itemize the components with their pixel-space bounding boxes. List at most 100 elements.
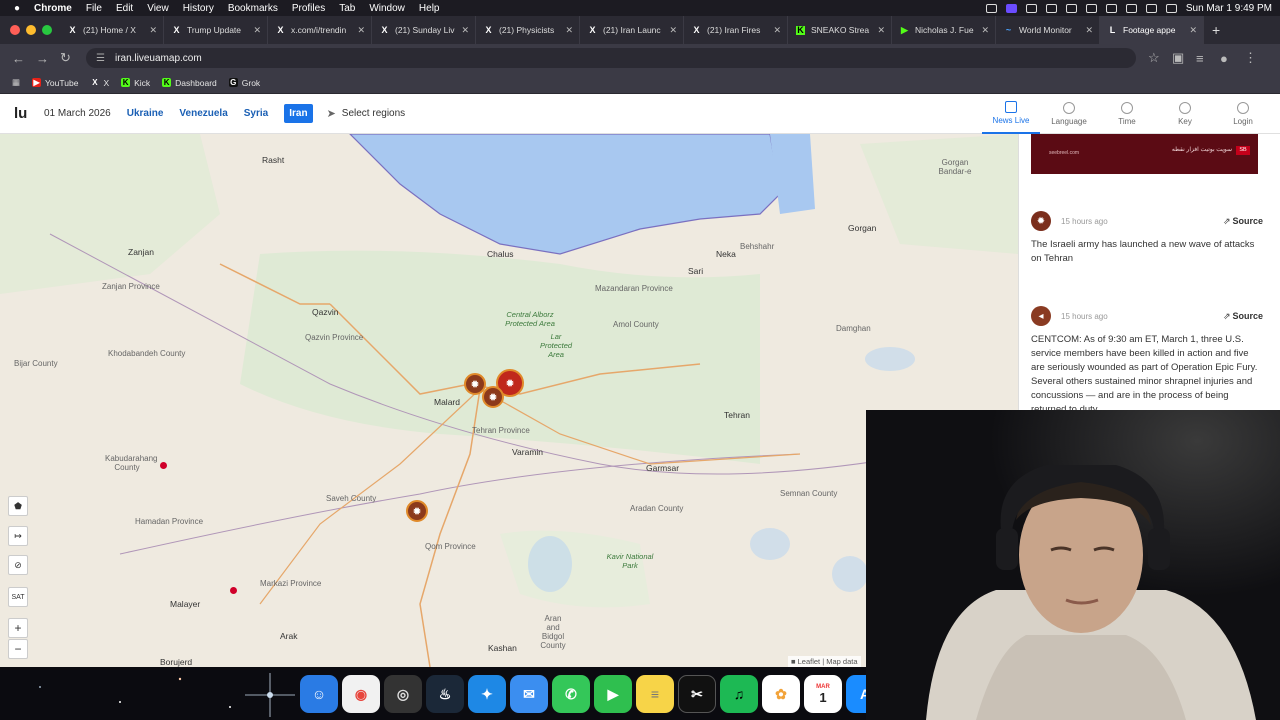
profile-avatar-icon[interactable]: ● xyxy=(1220,51,1232,66)
capcut-icon[interactable]: ✂ xyxy=(678,675,716,713)
measure-button[interactable]: ↦ xyxy=(8,526,28,546)
region-iran[interactable]: Iran xyxy=(284,104,313,123)
strike-marker[interactable]: ✹ xyxy=(406,500,428,522)
close-tab-icon[interactable]: ✕ xyxy=(981,25,989,36)
menu-file[interactable]: File xyxy=(86,3,102,14)
select-regions-button[interactable]: ➤ Select regions xyxy=(327,107,406,120)
zoom-in-button[interactable]: + xyxy=(8,618,28,638)
current-date[interactable]: 01 March 2026 xyxy=(44,108,111,119)
appstore-icon[interactable]: A xyxy=(846,675,866,713)
menu-tab[interactable]: Tab xyxy=(339,3,355,14)
calendar-icon[interactable]: MAR 1 xyxy=(804,675,842,713)
close-tab-icon[interactable]: ✕ xyxy=(773,25,781,36)
nav-news-live[interactable]: News Live xyxy=(982,94,1040,134)
nav-login[interactable]: Login xyxy=(1214,94,1272,134)
status-icon[interactable] xyxy=(985,3,997,13)
browser-tab[interactable]: X (21) Iran Fires ✕ xyxy=(684,16,788,44)
bookmark-x[interactable]: XX xyxy=(90,78,109,88)
bookmark-grok[interactable]: G Grok xyxy=(228,78,260,88)
nav-time[interactable]: Time xyxy=(1098,94,1156,134)
bookmark-dashboard[interactable]: K Dashboard xyxy=(162,78,217,88)
status-icon[interactable] xyxy=(1025,3,1037,13)
photos-icon[interactable]: ✿ xyxy=(762,675,800,713)
browser-tab[interactable]: X (21) Home / X ✕ xyxy=(60,16,164,44)
close-tab-icon[interactable]: ✕ xyxy=(877,25,885,36)
news-item[interactable]: ✹ 15 hours ago ⇗ Source The Israeli army … xyxy=(1031,210,1263,266)
news-item[interactable]: ◂ 15 hours ago ⇗ Source CENTCOM: As of 9:… xyxy=(1031,305,1263,414)
forward-icon[interactable]: → xyxy=(36,51,49,66)
menu-window[interactable]: Window xyxy=(369,3,405,14)
spotify-icon[interactable]: ♫ xyxy=(720,675,758,713)
menu-help[interactable]: Help xyxy=(419,3,440,14)
extension-icon[interactable]: ▣ xyxy=(1172,50,1184,66)
event-dot[interactable] xyxy=(160,462,167,469)
source-link[interactable]: ⇗ Source xyxy=(1223,216,1263,227)
map-attribution[interactable]: ■ Leaflet | Map data xyxy=(788,656,861,667)
wifi-icon[interactable] xyxy=(1125,3,1137,13)
browser-tab-active[interactable]: L Footage appe ✕ xyxy=(1100,16,1204,44)
nav-key[interactable]: Key xyxy=(1156,94,1214,134)
control-center-icon[interactable] xyxy=(1165,3,1177,13)
bookmark-kick[interactable]: K Kick xyxy=(121,78,150,88)
menu-bookmarks[interactable]: Bookmarks xyxy=(228,3,278,14)
close-tab-icon[interactable]: ✕ xyxy=(1189,25,1197,36)
close-tab-icon[interactable]: ✕ xyxy=(1085,25,1093,36)
menu-edit[interactable]: Edit xyxy=(116,3,133,14)
source-link[interactable]: ⇗ Source xyxy=(1223,311,1263,322)
chrome-icon[interactable]: ◉ xyxy=(342,675,380,713)
mail-icon[interactable]: ✉ xyxy=(510,675,548,713)
region-ukraine[interactable]: Ukraine xyxy=(127,108,164,119)
browser-tab[interactable]: X (21) Iran Launc ✕ xyxy=(580,16,684,44)
search-icon[interactable] xyxy=(1145,3,1157,13)
minimize-window-button[interactable] xyxy=(26,25,36,35)
browser-tab[interactable]: X (21) Physicists ✕ xyxy=(476,16,580,44)
reload-icon[interactable]: ↻ xyxy=(60,50,72,66)
satellite-toggle[interactable]: SAT xyxy=(8,587,28,607)
new-tab-button[interactable]: + xyxy=(1212,22,1220,38)
browser-tab[interactable]: K SNEAKO Strea ✕ xyxy=(788,16,892,44)
play-icon[interactable] xyxy=(1085,3,1097,13)
downloads-icon[interactable]: ≡ xyxy=(1196,51,1208,66)
battery-icon[interactable] xyxy=(1105,3,1117,13)
ad-banner[interactable]: seebreel.com سوپت بوتیت افزار نقطه SB xyxy=(1031,134,1258,174)
browser-tab[interactable]: ▶ Nicholas J. Fue ✕ xyxy=(892,16,996,44)
nav-language[interactable]: Language xyxy=(1040,94,1098,134)
finder-icon[interactable]: ☺ xyxy=(300,675,338,713)
status-icon[interactable] xyxy=(1045,3,1057,13)
hide-layer-button[interactable]: ⊘ xyxy=(8,555,28,575)
browser-tab[interactable]: Xx.com/i/trendin ✕ xyxy=(268,16,372,44)
more-menu-icon[interactable]: ⋮ xyxy=(1244,50,1257,66)
steam-icon[interactable]: ♨ xyxy=(426,675,464,713)
region-syria[interactable]: Syria xyxy=(244,108,268,119)
bookmark-star-icon[interactable]: ☆ xyxy=(1148,50,1160,66)
back-icon[interactable]: ← xyxy=(12,51,25,66)
apps-grid-icon[interactable]: ▦ xyxy=(12,77,20,88)
screen-record-icon[interactable] xyxy=(1005,3,1017,13)
notes-icon[interactable]: ≡ xyxy=(636,675,674,713)
event-dot[interactable] xyxy=(230,587,237,594)
zoom-out-button[interactable]: − xyxy=(8,639,28,659)
facetime-icon[interactable]: ▶ xyxy=(594,675,632,713)
obs-icon[interactable]: ◎ xyxy=(384,675,422,713)
close-tab-icon[interactable]: ✕ xyxy=(357,25,365,36)
url-field[interactable]: ☰ iran.liveuamap.com xyxy=(86,48,1136,68)
site-info-icon[interactable]: ☰ xyxy=(96,53,105,64)
safari-icon[interactable]: ✦ xyxy=(468,675,506,713)
strike-marker[interactable]: ✹ xyxy=(482,386,504,408)
close-tab-icon[interactable]: ✕ xyxy=(253,25,261,36)
region-venezuela[interactable]: Venezuela xyxy=(179,108,227,119)
draw-polygon-button[interactable]: ⬟ xyxy=(8,496,28,516)
menu-chrome[interactable]: Chrome xyxy=(34,3,72,14)
menu-profiles[interactable]: Profiles xyxy=(292,3,325,14)
close-tab-icon[interactable]: ✕ xyxy=(669,25,677,36)
bookmark-youtube[interactable]: ▶ YouTube xyxy=(32,78,78,88)
browser-tab[interactable]: X (21) Sunday Liv ✕ xyxy=(372,16,476,44)
headphones-icon[interactable] xyxy=(1065,3,1077,13)
browser-tab[interactable]: X Trump Update ✕ xyxy=(164,16,268,44)
news-text[interactable]: CENTCOM: As of 9:30 am ET, March 1, thre… xyxy=(1031,333,1263,414)
menu-view[interactable]: View xyxy=(147,3,169,14)
close-tab-icon[interactable]: ✕ xyxy=(149,25,157,36)
close-tab-icon[interactable]: ✕ xyxy=(565,25,573,36)
messages-icon[interactable]: ✆ xyxy=(552,675,590,713)
apple-menu-icon[interactable]: ● xyxy=(14,3,20,14)
